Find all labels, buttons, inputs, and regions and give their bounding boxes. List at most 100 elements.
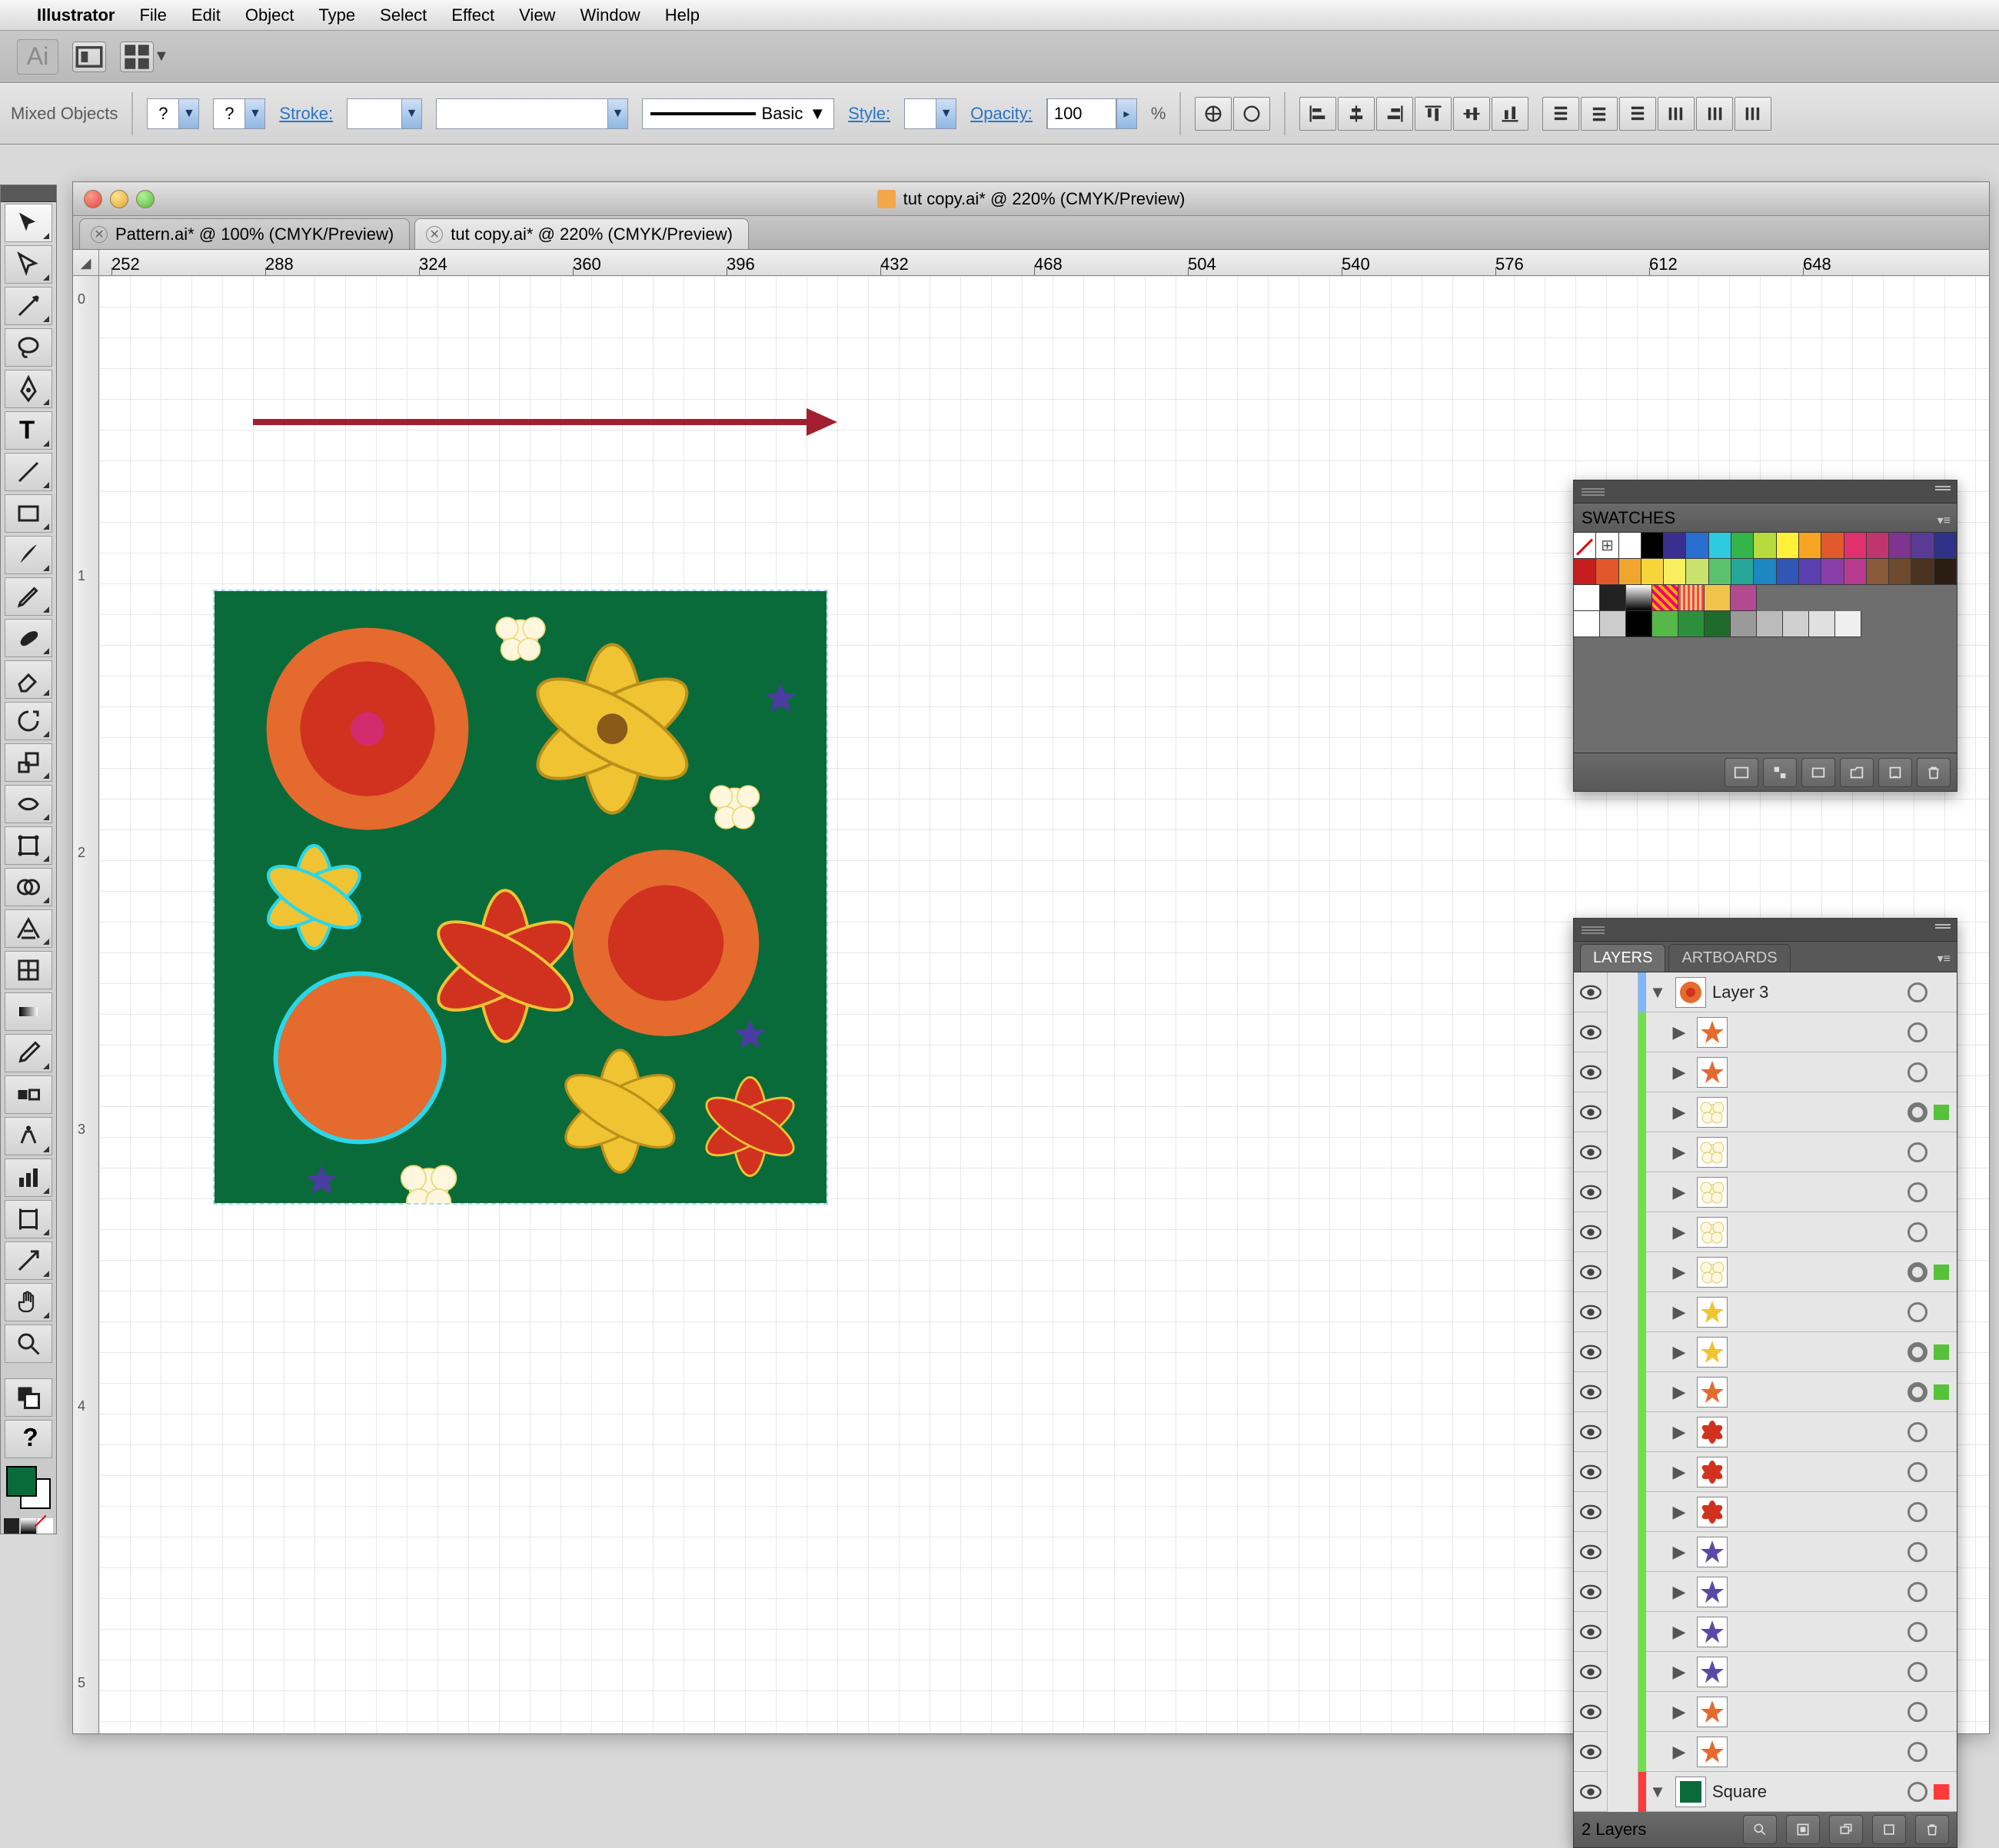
help-tool[interactable]: ? xyxy=(5,1420,52,1458)
swatch[interactable] xyxy=(1844,533,1867,559)
free-transform-tool[interactable] xyxy=(5,826,52,865)
disclosure-triangle[interactable]: ▶ xyxy=(1668,1542,1691,1562)
swatch[interactable] xyxy=(1641,559,1664,585)
visibility-toggle[interactable] xyxy=(1574,1572,1608,1612)
layer-name[interactable]: Layer 3 xyxy=(1712,982,1908,1002)
distribute-right-button[interactable] xyxy=(1735,97,1771,131)
layer-group-row[interactable]: ▶ xyxy=(1574,1412,1957,1452)
disclosure-triangle[interactable]: ▶ xyxy=(1668,1582,1691,1602)
lock-toggle[interactable] xyxy=(1608,1412,1638,1452)
menu-view[interactable]: View xyxy=(519,5,555,25)
pen-tool[interactable] xyxy=(5,370,52,408)
lock-toggle[interactable] xyxy=(1608,1252,1638,1292)
horizontal-ruler[interactable]: ◢ 252288324360396432468504540576612648 xyxy=(73,250,1989,276)
layer-group-row[interactable]: ▶ xyxy=(1574,1132,1957,1172)
layer-group-row[interactable]: ▶ xyxy=(1574,1332,1957,1372)
swatch[interactable] xyxy=(1799,533,1821,559)
select-similar-button[interactable] xyxy=(1233,97,1270,131)
locate-object-button[interactable] xyxy=(1743,1815,1777,1844)
swatch[interactable] xyxy=(1705,585,1731,611)
target-icon[interactable] xyxy=(1908,1102,1927,1122)
artboards-tab[interactable]: ARTBOARDS xyxy=(1668,944,1790,972)
swatch[interactable] xyxy=(1777,533,1799,559)
swatch[interactable]: ⊞ xyxy=(1596,533,1618,559)
target-icon[interactable] xyxy=(1908,1662,1927,1682)
blob-brush-tool[interactable] xyxy=(5,619,52,657)
swatch[interactable] xyxy=(1600,611,1626,637)
disclosure-triangle[interactable]: ▶ xyxy=(1668,1382,1691,1402)
visibility-toggle[interactable] xyxy=(1574,1132,1608,1172)
perspective-grid-tool[interactable] xyxy=(5,909,52,948)
stroke-weight-dropdown[interactable]: ▼ xyxy=(347,98,422,129)
swatch[interactable] xyxy=(1600,585,1626,611)
layer-group-row[interactable]: ▶ xyxy=(1574,1652,1957,1692)
swatch[interactable] xyxy=(1705,611,1731,637)
selection-indicator[interactable] xyxy=(1934,1584,1949,1600)
artboard-tool[interactable] xyxy=(5,1200,52,1238)
stroke-label-link[interactable]: Stroke: xyxy=(279,104,333,124)
style-label-link[interactable]: Style: xyxy=(848,104,890,124)
swatch[interactable] xyxy=(1731,533,1754,559)
lock-toggle[interactable] xyxy=(1608,1452,1638,1492)
target-icon[interactable] xyxy=(1908,982,1927,1002)
fill-color-box[interactable] xyxy=(6,1466,37,1497)
layer-group-row[interactable]: ▶ xyxy=(1574,1212,1957,1252)
distribute-bottom-button[interactable] xyxy=(1619,97,1656,131)
close-tab-icon[interactable]: ✕ xyxy=(426,226,443,243)
menu-effect[interactable]: Effect xyxy=(451,5,494,25)
document-proxy-icon[interactable] xyxy=(877,190,896,208)
distribute-vcenter-button[interactable] xyxy=(1581,97,1618,131)
slice-tool[interactable] xyxy=(5,1241,52,1280)
swatch[interactable] xyxy=(1686,533,1708,559)
brush-definition-dropdown[interactable]: Basic ▼ xyxy=(642,98,834,129)
swatch[interactable] xyxy=(1574,585,1600,611)
menu-file[interactable]: File xyxy=(139,5,166,25)
lock-toggle[interactable] xyxy=(1608,1092,1638,1132)
align-top-button[interactable] xyxy=(1415,97,1452,131)
swatch[interactable] xyxy=(1889,559,1911,585)
menu-help[interactable]: Help xyxy=(665,5,700,25)
disclosure-triangle[interactable]: ▶ xyxy=(1668,1742,1691,1762)
swatch[interactable] xyxy=(1574,559,1596,585)
swatch[interactable] xyxy=(1619,559,1641,585)
lock-toggle[interactable] xyxy=(1608,972,1638,1012)
eraser-tool[interactable] xyxy=(5,660,52,699)
swatch[interactable] xyxy=(1596,559,1618,585)
bridge-button[interactable] xyxy=(72,42,106,72)
selection-indicator[interactable] xyxy=(1934,1225,1949,1240)
panel-header[interactable] xyxy=(1574,480,1957,504)
menu-window[interactable]: Window xyxy=(580,5,640,25)
selection-indicator[interactable] xyxy=(1934,1664,1949,1680)
lock-toggle[interactable] xyxy=(1608,1172,1638,1212)
close-window-button[interactable] xyxy=(84,190,102,208)
swatch[interactable] xyxy=(1626,585,1652,611)
lock-toggle[interactable] xyxy=(1608,1572,1638,1612)
layers-panel[interactable]: LAYERS ARTBOARDS ▾≡ ▼Layer 3▶▶▶▶▶▶▶▶▶▶▶▶… xyxy=(1573,918,1957,1848)
selection-indicator[interactable] xyxy=(1934,1744,1949,1760)
visibility-toggle[interactable] xyxy=(1574,1652,1608,1692)
target-icon[interactable] xyxy=(1908,1542,1927,1562)
visibility-toggle[interactable] xyxy=(1574,1052,1608,1092)
disclosure-triangle[interactable]: ▶ xyxy=(1668,1422,1691,1442)
swatch[interactable] xyxy=(1777,559,1799,585)
opacity-label-link[interactable]: Opacity: xyxy=(970,104,1033,124)
graphic-style-dropdown[interactable]: ▼ xyxy=(904,98,956,129)
selection-tool[interactable] xyxy=(5,204,52,242)
layer-group-row[interactable]: ▶ xyxy=(1574,1372,1957,1412)
swatch[interactable] xyxy=(1731,585,1757,611)
visibility-toggle[interactable] xyxy=(1574,1292,1608,1332)
target-icon[interactable] xyxy=(1908,1462,1927,1482)
swatch[interactable] xyxy=(1652,585,1678,611)
layer-group-row[interactable]: ▶ xyxy=(1574,1252,1957,1292)
selection-indicator[interactable] xyxy=(1934,1624,1949,1640)
swatch[interactable] xyxy=(1934,533,1957,559)
swatch-options-button[interactable] xyxy=(1801,758,1835,787)
swatch[interactable] xyxy=(1889,533,1911,559)
fill-stroke-toggle[interactable] xyxy=(5,1378,52,1417)
selection-indicator[interactable] xyxy=(1934,1784,1949,1800)
swatch[interactable] xyxy=(1664,533,1686,559)
target-icon[interactable] xyxy=(1908,1622,1927,1642)
target-icon[interactable] xyxy=(1908,1062,1927,1082)
artboard-selection[interactable] xyxy=(213,590,828,1205)
disclosure-triangle[interactable]: ▶ xyxy=(1668,1102,1691,1122)
